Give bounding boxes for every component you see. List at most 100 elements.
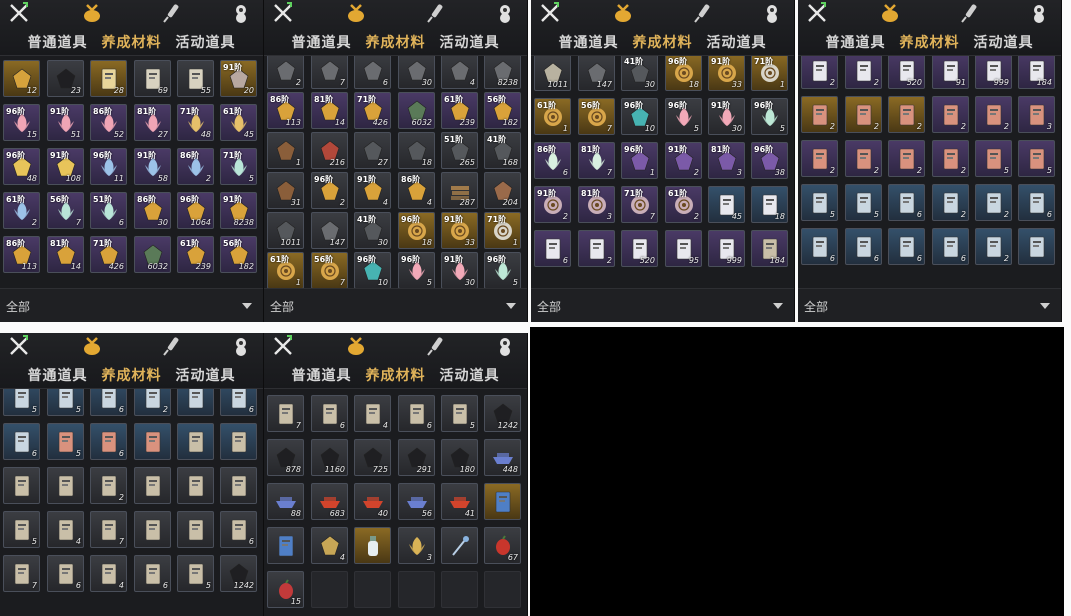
item-slot-scroll[interactable]: 69	[134, 60, 171, 97]
item-slot-gold-shell[interactable]: 96阶 18	[398, 212, 435, 249]
item-slot-black-ore[interactable]: 291	[398, 439, 435, 476]
tab-0[interactable]: 普通道具	[28, 32, 88, 52]
scroll-brush-icon[interactable]	[424, 2, 446, 24]
item-slot-stone[interactable]: 41阶 30	[621, 56, 658, 91]
item-slot-red-fruit[interactable]: 15	[267, 571, 304, 608]
item-slot-blue-card[interactable]: 6	[1018, 184, 1055, 221]
item-slot-red-card[interactable]: 2	[932, 140, 969, 177]
item-slot-book[interactable]: 6	[47, 555, 84, 592]
item-slot-white-shell[interactable]: 71阶 1	[751, 56, 788, 91]
gourd-icon[interactable]	[494, 2, 516, 24]
item-slot-blue-card[interactable]: 6	[801, 228, 838, 265]
item-slot-card[interactable]: 2	[578, 230, 615, 267]
item-slot-gray-ore[interactable]: 8238	[484, 56, 521, 89]
item-slot-blue-card[interactable]	[1018, 228, 1055, 265]
item-slot-book[interactable]: 5	[177, 555, 214, 592]
item-slot-blue-book[interactable]	[484, 483, 521, 520]
item-slot-blue-card[interactable]: 5	[3, 389, 40, 416]
item-slot-book[interactable]: 5	[441, 395, 478, 432]
item-slot-red-card[interactable]: 2	[801, 96, 838, 133]
item-slot-gold-ore[interactable]: 86阶 113	[267, 92, 304, 129]
item-slot-blue-card[interactable]: 2	[975, 184, 1012, 221]
item-slot-book[interactable]: 7	[267, 395, 304, 432]
tab-0[interactable]: 普通道具	[292, 32, 352, 52]
tab-1[interactable]: 养成材料	[366, 32, 426, 52]
item-slot-card[interactable]: 2	[845, 56, 882, 89]
item-slot-blue-card[interactable]: 2	[932, 184, 969, 221]
item-slot-book[interactable]	[47, 467, 84, 504]
item-slot-blue-flower[interactable]: 91阶 58	[134, 148, 171, 185]
item-slot-gold-ore[interactable]: 91阶 4	[354, 172, 391, 209]
item-slot-gold-shell[interactable]: 61阶 1	[534, 98, 571, 135]
item-slot-blue-card[interactable]: 6	[932, 228, 969, 265]
item-slot-book[interactable]: 7	[3, 555, 40, 592]
item-slot-black-ore[interactable]: 725	[354, 439, 391, 476]
empty-slot[interactable]	[398, 571, 435, 608]
item-slot-blue-card[interactable]: 5	[47, 389, 84, 416]
item-slot-book[interactable]	[220, 467, 257, 504]
item-slot-book[interactable]: 5	[3, 511, 40, 548]
tab-2[interactable]: 活动道具	[176, 365, 236, 385]
filter-dropdown[interactable]: 全部	[798, 288, 1061, 322]
item-slot-shell[interactable]: 91阶 2	[534, 186, 571, 223]
item-slot-book[interactable]: 6	[398, 395, 435, 432]
tab-1[interactable]: 养成材料	[633, 32, 693, 52]
item-slot-book[interactable]: 184	[751, 230, 788, 267]
item-slot-teal-flower[interactable]: 51阶 6	[90, 192, 127, 229]
item-slot-blue-card[interactable]: 5	[801, 184, 838, 221]
crossed-swords-icon[interactable]	[272, 335, 294, 357]
item-slot-teal-stone[interactable]: 96阶 10	[354, 252, 391, 288]
item-slot-book[interactable]	[177, 511, 214, 548]
item-slot-staff[interactable]	[441, 527, 478, 564]
empty-slot[interactable]	[311, 571, 348, 608]
item-slot-gold-shell[interactable]: 56阶 7	[578, 98, 615, 135]
item-slot-pink-flower[interactable]: 91阶 51	[47, 104, 84, 141]
money-bag-icon[interactable]	[612, 2, 634, 24]
item-slot-red-card[interactable]: 2	[801, 140, 838, 177]
crossed-swords-icon[interactable]	[8, 335, 30, 357]
item-slot-shell[interactable]: 81阶 3	[578, 186, 615, 223]
item-slot-book[interactable]: 6	[134, 555, 171, 592]
tab-1[interactable]: 养成材料	[102, 365, 162, 385]
item-slot-red-card[interactable]: 2	[888, 140, 925, 177]
item-slot-brown-bag[interactable]: 1	[267, 132, 304, 169]
item-slot-teal-lotus[interactable]: 96阶 5	[484, 252, 521, 288]
item-slot-blue-card[interactable]: 6	[3, 423, 40, 460]
item-slot-blue-card[interactable]	[177, 389, 214, 416]
tab-0[interactable]: 普通道具	[28, 365, 88, 385]
item-slot-red-card[interactable]: 2	[975, 96, 1012, 133]
item-slot-coin[interactable]: 1011	[534, 56, 571, 91]
item-slot-shell[interactable]: 71阶 7	[621, 186, 658, 223]
item-slot-teal-lotus[interactable]: 96阶 5	[751, 98, 788, 135]
item-slot-gray-ore[interactable]: 30	[398, 56, 435, 89]
item-slot-gold-ore[interactable]: 86阶 30	[134, 192, 171, 229]
item-slot-red-card[interactable]: 5	[47, 423, 84, 460]
item-slot-purple-gem[interactable]: 81阶 3	[708, 142, 745, 179]
tab-1[interactable]: 养成材料	[900, 32, 960, 52]
item-slot-gray-block[interactable]: 147	[578, 56, 615, 91]
item-slot-chili[interactable]: 67	[484, 527, 521, 564]
item-slot-gold-ore[interactable]: 96阶 1064	[177, 192, 214, 229]
item-slot-book[interactable]: 4	[354, 395, 391, 432]
item-slot-gold-shell[interactable]: 96阶 18	[665, 56, 702, 91]
item-slot-purple-gem[interactable]: 91阶 2	[665, 142, 702, 179]
item-slot-book[interactable]	[134, 467, 171, 504]
item-slot-blue-card[interactable]: 6	[90, 389, 127, 416]
item-slot-blue-card[interactable]: 5	[845, 184, 882, 221]
item-slot-blue-card[interactable]: 6	[220, 389, 257, 416]
item-slot-book[interactable]	[3, 467, 40, 504]
item-slot-card[interactable]: 6	[534, 230, 571, 267]
money-bag-icon[interactable]	[81, 2, 103, 24]
item-slot-gold-tile[interactable]: 4	[311, 527, 348, 564]
item-slot-white-shell[interactable]: 71阶 1	[484, 212, 521, 249]
item-slot-pink-lotus[interactable]: 96阶 5	[398, 252, 435, 288]
item-slot-blue-card[interactable]: 2	[134, 389, 171, 416]
item-slot-pink-flower[interactable]: 81阶 27	[134, 104, 171, 141]
item-slot-gold-shell[interactable]: 61阶 1	[267, 252, 304, 288]
scroll-brush-icon[interactable]	[424, 335, 446, 357]
crossed-swords-icon[interactable]	[806, 2, 828, 24]
item-slot-gold-ore[interactable]: 81阶 14	[311, 92, 348, 129]
item-slot-blue-card[interactable]: 6	[888, 228, 925, 265]
item-slot-blue-boat[interactable]: 448	[484, 439, 521, 476]
item-slot-book[interactable]: 2	[90, 467, 127, 504]
